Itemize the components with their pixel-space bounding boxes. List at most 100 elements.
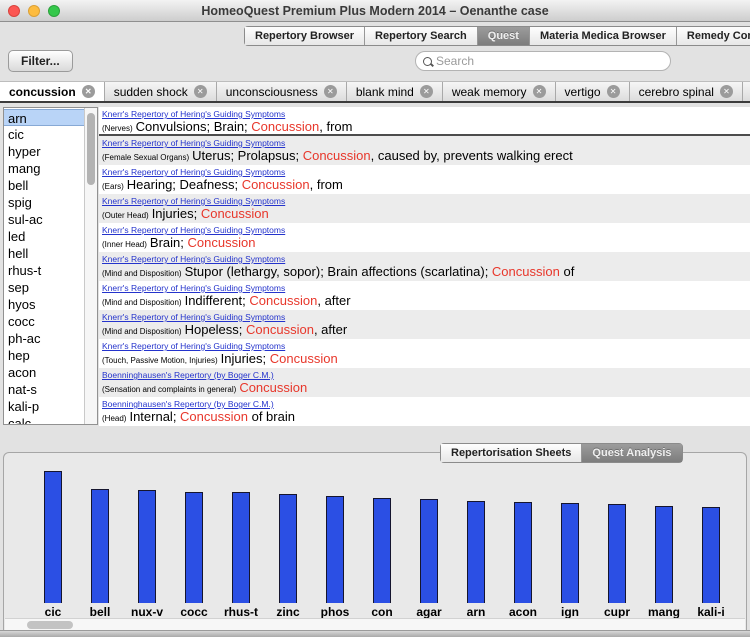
source-link[interactable]: Knerr's Repertory of Hering's Guiding Sy… (102, 109, 285, 119)
tab-materia-medica-browser[interactable]: Materia Medica Browser (530, 27, 677, 45)
remedy-item-bell[interactable]: bell (4, 177, 84, 194)
tab-remedy-com[interactable]: Remedy Com (677, 27, 750, 45)
remedy-item-hep[interactable]: hep (4, 347, 84, 364)
remedy-item-led[interactable]: led (4, 228, 84, 245)
result-row[interactable]: Boenninghausen's Repertory (by Boger C.M… (99, 368, 750, 397)
close-icon[interactable]: ✕ (720, 85, 733, 98)
remedy-item-calc[interactable]: calc (4, 415, 84, 424)
source-link[interactable]: Knerr's Repertory of Hering's Guiding Sy… (102, 196, 285, 206)
bar-cic[interactable] (44, 471, 62, 603)
remedy-item-sul-ac[interactable]: sul-ac (4, 211, 84, 228)
close-icon[interactable]: ✕ (607, 85, 620, 98)
bar-arn[interactable] (467, 501, 485, 603)
remedy-item-spig[interactable]: spig (4, 194, 84, 211)
symptom-tab-unconsciousness[interactable]: unconsciousness✕ (217, 82, 347, 101)
close-window-button[interactable] (8, 5, 20, 17)
result-row[interactable]: Boenninghausen's Repertory (by Boger C.M… (99, 397, 750, 426)
bar-kali-i[interactable] (702, 507, 720, 603)
close-icon[interactable]: ✕ (194, 85, 207, 98)
remedy-item-cocc[interactable]: cocc (4, 313, 84, 330)
source-link[interactable]: Knerr's Repertory of Hering's Guiding Sy… (102, 138, 285, 148)
symptom-tab-sudden-shock[interactable]: sudden shock ✕ (105, 82, 217, 101)
symptom-highlight: Concussion (242, 177, 310, 192)
bar-ign[interactable] (561, 503, 579, 603)
tab-repertorisation-sheets[interactable]: Repertorisation Sheets (441, 444, 582, 462)
bar-label-kali-i: kali-i (688, 605, 734, 619)
symptom-tab-concussion[interactable]: concussion✕ (0, 82, 105, 101)
source-link[interactable]: Knerr's Repertory of Hering's Guiding Sy… (102, 341, 285, 351)
source-link[interactable]: Knerr's Repertory of Hering's Guiding Sy… (102, 225, 285, 235)
search-field[interactable] (415, 51, 671, 71)
symptom-post: , caused by, prevents walking erect (371, 148, 573, 163)
result-row[interactable]: Knerr's Repertory of Hering's Guiding Sy… (99, 136, 750, 165)
filter-button[interactable]: Filter... (8, 50, 73, 72)
remedy-item-mang[interactable]: mang (4, 160, 84, 177)
bar-cupr[interactable] (608, 504, 626, 603)
bar-cocc[interactable] (185, 492, 203, 603)
close-icon[interactable]: ✕ (420, 85, 433, 98)
symptom-text: (Mind and Disposition)Hopeless; Concussi… (102, 322, 750, 340)
remedy-item-cic[interactable]: cic (4, 126, 84, 143)
tab-quest[interactable]: Quest (478, 27, 530, 45)
remedy-item-nat-s[interactable]: nat-s (4, 381, 84, 398)
result-row[interactable]: Knerr's Repertory of Hering's Guiding Sy… (99, 281, 750, 310)
close-icon[interactable]: ✕ (324, 85, 337, 98)
zoom-window-button[interactable] (48, 5, 60, 17)
symptom-tab-cerebro-spinal[interactable]: cerebro spinal✕ (630, 82, 743, 101)
result-row[interactable]: Knerr's Repertory of Hering's Guiding Sy… (99, 107, 750, 136)
scrollbar-thumb[interactable] (87, 113, 95, 185)
tab-repertory-search[interactable]: Repertory Search (365, 27, 478, 45)
result-row[interactable]: Knerr's Repertory of Hering's Guiding Sy… (99, 165, 750, 194)
source-link[interactable]: Knerr's Repertory of Hering's Guiding Sy… (102, 312, 285, 322)
remedy-item-acon[interactable]: acon (4, 364, 84, 381)
source-link[interactable]: Knerr's Repertory of Hering's Guiding Sy… (102, 283, 285, 293)
scrollbar-thumb[interactable] (27, 621, 73, 629)
symptom-tab-label: sudden shock (114, 85, 188, 99)
remedy-item-sep[interactable]: sep (4, 279, 84, 296)
result-row[interactable]: Knerr's Repertory of Hering's Guiding Sy… (99, 194, 750, 223)
search-input[interactable] (436, 54, 670, 68)
close-icon[interactable]: ✕ (82, 85, 95, 98)
symptom-highlight: Concussion (246, 322, 314, 337)
bar-mang[interactable] (655, 506, 673, 603)
remedy-item-arn[interactable]: arn (4, 109, 84, 126)
tab-quest-analysis[interactable]: Quest Analysis (582, 444, 681, 462)
close-icon[interactable]: ✕ (533, 85, 546, 98)
bar-acon[interactable] (514, 502, 532, 603)
bar-nux-v[interactable] (138, 490, 156, 603)
remedy-item-hyper[interactable]: hyper (4, 143, 84, 160)
result-row[interactable]: Knerr's Repertory of Hering's Guiding Sy… (99, 252, 750, 281)
symptom-text: (Touch, Passive Motion, Injuries)Injurie… (102, 351, 750, 369)
bar-agar[interactable] (420, 499, 438, 603)
bar-zinc[interactable] (279, 494, 297, 603)
result-row[interactable]: Knerr's Repertory of Hering's Guiding Sy… (99, 223, 750, 252)
minimize-window-button[interactable] (28, 5, 40, 17)
window-title: HomeoQuest Premium Plus Modern 2014 – Oe… (80, 0, 670, 22)
bar-con[interactable] (373, 498, 391, 603)
chart-horizontal-scrollbar[interactable] (5, 618, 745, 630)
tab-repertory-browser[interactable]: Repertory Browser (245, 27, 365, 45)
remedy-item-ph-ac[interactable]: ph-ac (4, 330, 84, 347)
remedy-item-kali-p[interactable]: kali-p (4, 398, 84, 415)
symptom-highlight: Concussion (249, 293, 317, 308)
bar-phos[interactable] (326, 496, 344, 603)
symptom-pre: Convulsions; Brain; (136, 119, 252, 134)
symptom-tab-vertigo[interactable]: vertigo✕ (556, 82, 630, 101)
remedy-list-scrollbar[interactable] (84, 108, 97, 424)
bar-rhus-t[interactable] (232, 492, 250, 603)
symptom-highlight: Concussion (180, 409, 248, 424)
result-row[interactable]: Knerr's Repertory of Hering's Guiding Sy… (99, 310, 750, 339)
symptom-tab-blank-mind[interactable]: blank mind✕ (347, 82, 443, 101)
remedy-item-hyos[interactable]: hyos (4, 296, 84, 313)
source-link[interactable]: Knerr's Repertory of Hering's Guiding Sy… (102, 254, 285, 264)
symptom-post: , from (310, 177, 343, 192)
bar-label-cupr: cupr (594, 605, 640, 619)
remedy-item-hell[interactable]: hell (4, 245, 84, 262)
remedy-item-rhus-t[interactable]: rhus-t (4, 262, 84, 279)
result-row[interactable]: Knerr's Repertory of Hering's Guiding Sy… (99, 339, 750, 368)
source-link[interactable]: Boenninghausen's Repertory (by Boger C.M… (102, 399, 274, 409)
source-link[interactable]: Boenninghausen's Repertory (by Boger C.M… (102, 370, 274, 380)
bar-bell[interactable] (91, 489, 109, 603)
symptom-tab-weak-memory[interactable]: weak memory✕ (443, 82, 556, 101)
source-link[interactable]: Knerr's Repertory of Hering's Guiding Sy… (102, 167, 285, 177)
